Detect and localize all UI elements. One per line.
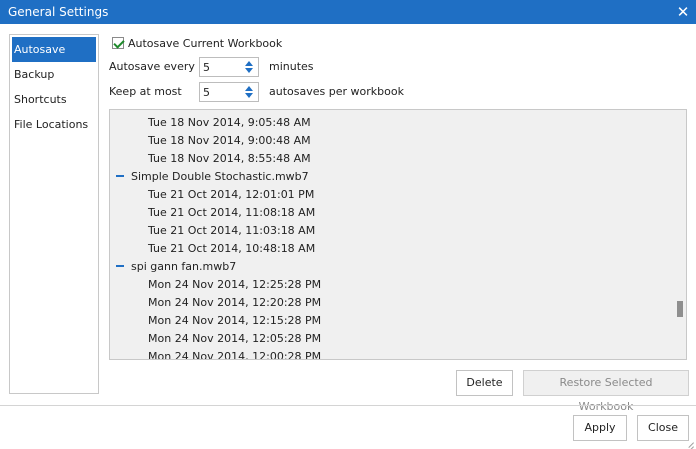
arrow-up-icon[interactable] [245,86,253,91]
tree-row-label: Tue 18 Nov 2014, 9:05:48 AM [148,116,311,129]
tree-row-label: Simple Double Stochastic.mwb7 [131,170,309,183]
tree-row-label: Tue 21 Oct 2014, 12:01:01 PM [148,188,315,201]
keep-count-stepper[interactable] [199,82,259,102]
tree-autosave-row[interactable]: Tue 18 Nov 2014, 8:55:48 AM [110,150,670,168]
tree-autosave-row[interactable]: Tue 21 Oct 2014, 11:03:18 AM [110,222,670,240]
title-bar: General Settings ✕ [0,0,696,24]
tree-scrollbar[interactable] [675,111,685,358]
autosave-checkbox[interactable] [112,37,124,49]
sidebar-item-shortcuts[interactable]: Shortcuts [10,87,98,112]
sidebar-item-backup[interactable]: Backup [10,62,98,87]
collapse-minus-icon[interactable] [116,265,124,267]
tree-autosave-row[interactable]: Tue 21 Oct 2014, 10:48:18 AM [110,240,670,258]
settings-sidebar: Autosave Backup Shortcuts File Locations [9,34,99,394]
arrow-up-icon[interactable] [245,61,253,66]
tree-row-label: Tue 21 Oct 2014, 11:03:18 AM [148,224,316,237]
autosave-checkbox-row[interactable]: Autosave Current Workbook [112,35,282,51]
arrow-down-icon[interactable] [245,93,253,98]
tree-autosave-row[interactable]: Mon 24 Nov 2014, 12:05:28 PM [110,330,670,348]
tree-autosave-row[interactable]: Mon 24 Nov 2014, 12:15:28 PM [110,312,670,330]
tree-autosave-row[interactable]: Tue 21 Oct 2014, 12:01:01 PM [110,186,670,204]
tree-row-label: Tue 18 Nov 2014, 8:55:48 AM [148,152,311,165]
tree-autosave-row[interactable]: Tue 18 Nov 2014, 9:00:48 AM [110,132,670,150]
scrollbar-thumb[interactable] [677,301,683,317]
footer-divider [0,405,696,406]
tree-row-label: Mon 24 Nov 2014, 12:15:28 PM [148,314,322,327]
autosave-tree[interactable]: Tue 18 Nov 2014, 9:05:48 AM Tue 18 Nov 20… [109,109,687,360]
autosave-tree-list: Tue 18 Nov 2014, 9:05:48 AM Tue 18 Nov 20… [110,114,670,360]
collapse-minus-icon[interactable] [116,175,124,177]
tree-autosave-row[interactable]: Mon 24 Nov 2014, 12:25:28 PM [110,276,670,294]
tree-autosave-row[interactable]: Tue 18 Nov 2014, 9:05:48 AM [110,114,670,132]
keep-at-most-unit: autosaves per workbook [269,85,404,98]
autosave-checkbox-label: Autosave Current Workbook [128,36,283,50]
apply-button[interactable]: Apply [573,415,627,441]
tree-autosave-row[interactable]: Tue 21 Oct 2014, 11:08:18 AM [110,204,670,222]
autosave-every-unit: minutes [269,60,314,73]
stepper-arrows-icon[interactable] [244,85,254,99]
autosave-interval-input[interactable] [200,58,240,76]
tree-autosave-row[interactable]: Mon 24 Nov 2014, 12:20:28 PM [110,294,670,312]
tree-autosave-row[interactable]: Mon 24 Nov 2014, 12:00:28 PM [110,348,670,360]
keep-count-input[interactable] [200,83,240,101]
resize-grip-icon[interactable] [684,437,694,449]
close-icon[interactable]: ✕ [675,4,691,20]
tree-row-label: Mon 24 Nov 2014, 12:20:28 PM [148,296,322,309]
tree-row-label: spi gann fan.mwb7 [131,260,237,273]
tree-workbook-row[interactable]: Simple Double Stochastic.mwb7 [110,168,670,186]
stepper-arrows-icon[interactable] [244,60,254,74]
tree-row-label: Tue 21 Oct 2014, 11:08:18 AM [148,206,316,219]
close-button[interactable]: Close [637,415,689,441]
autosave-interval-stepper[interactable] [199,57,259,77]
sidebar-item-file-locations[interactable]: File Locations [10,112,98,137]
arrow-down-icon[interactable] [245,68,253,73]
autosave-every-label: Autosave every [109,60,195,73]
restore-selected-workbook-button[interactable]: Restore Selected Workbook [523,370,689,413]
sidebar-item-autosave[interactable]: Autosave [12,37,96,62]
tree-row-label: Tue 18 Nov 2014, 9:00:48 AM [148,134,311,147]
tree-workbook-row[interactable]: spi gann fan.mwb7 [110,258,670,276]
delete-button[interactable]: Delete [456,370,513,396]
tree-row-label: Mon 24 Nov 2014, 12:00:28 PM [148,350,322,360]
tree-row-label: Mon 24 Nov 2014, 12:25:28 PM [148,278,322,291]
window-title: General Settings [8,5,109,19]
tree-row-label: Tue 21 Oct 2014, 10:48:18 AM [148,242,316,255]
keep-at-most-label: Keep at most [109,85,182,98]
tree-row-label: Mon 24 Nov 2014, 12:05:28 PM [148,332,322,345]
